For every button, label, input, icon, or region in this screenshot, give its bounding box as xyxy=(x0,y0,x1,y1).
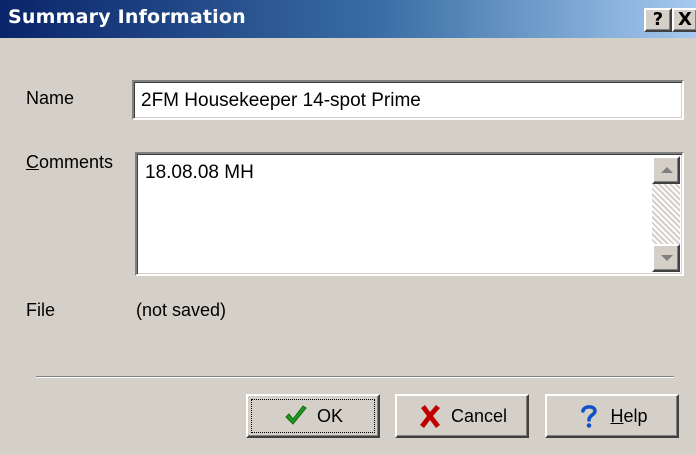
focus-rectangle xyxy=(251,399,375,433)
titlebar-close-button[interactable]: X xyxy=(672,8,696,32)
comments-textarea-value: 18.08.08 MH xyxy=(145,162,254,183)
comments-textarea[interactable]: 18.08.08 MH xyxy=(135,152,684,276)
question-mark-icon: ? xyxy=(652,9,664,30)
arrow-down-icon xyxy=(661,255,673,261)
arrow-up-icon xyxy=(661,167,673,173)
titlebar-help-button[interactable]: ? xyxy=(644,8,672,32)
cancel-button[interactable]: Cancel xyxy=(395,394,529,438)
name-input-value: 2FM Housekeeper 14-spot Prime xyxy=(141,90,421,111)
close-icon: X xyxy=(678,9,692,30)
comments-scrollbar[interactable] xyxy=(652,156,680,272)
comments-label: Comments xyxy=(26,152,113,173)
file-value: (not saved) xyxy=(136,300,227,320)
name-label: Name xyxy=(26,88,75,108)
question-icon xyxy=(581,405,598,428)
help-button[interactable]: Help xyxy=(545,394,679,438)
help-label-rest: elp xyxy=(623,405,648,426)
x-icon xyxy=(419,405,440,428)
scroll-up-button[interactable] xyxy=(652,156,680,184)
comments-label-rest: omments xyxy=(39,152,114,172)
scroll-down-button[interactable] xyxy=(652,244,680,272)
separator-line xyxy=(36,376,674,378)
help-label-accelerator: H xyxy=(610,405,624,426)
help-button-label: Help xyxy=(610,406,647,427)
window-title: Summary Information xyxy=(8,6,246,28)
file-label: File xyxy=(26,300,56,320)
cancel-button-label: Cancel xyxy=(450,405,508,426)
title-bar[interactable]: Summary Information ? X xyxy=(0,0,696,38)
name-input[interactable]: 2FM Housekeeper 14-spot Prime xyxy=(132,80,684,120)
summary-information-dialog: Summary Information ? X Name 2FM Houseke… xyxy=(0,0,696,455)
comments-label-accelerator: C xyxy=(26,152,39,172)
ok-button[interactable]: OK xyxy=(246,394,380,438)
